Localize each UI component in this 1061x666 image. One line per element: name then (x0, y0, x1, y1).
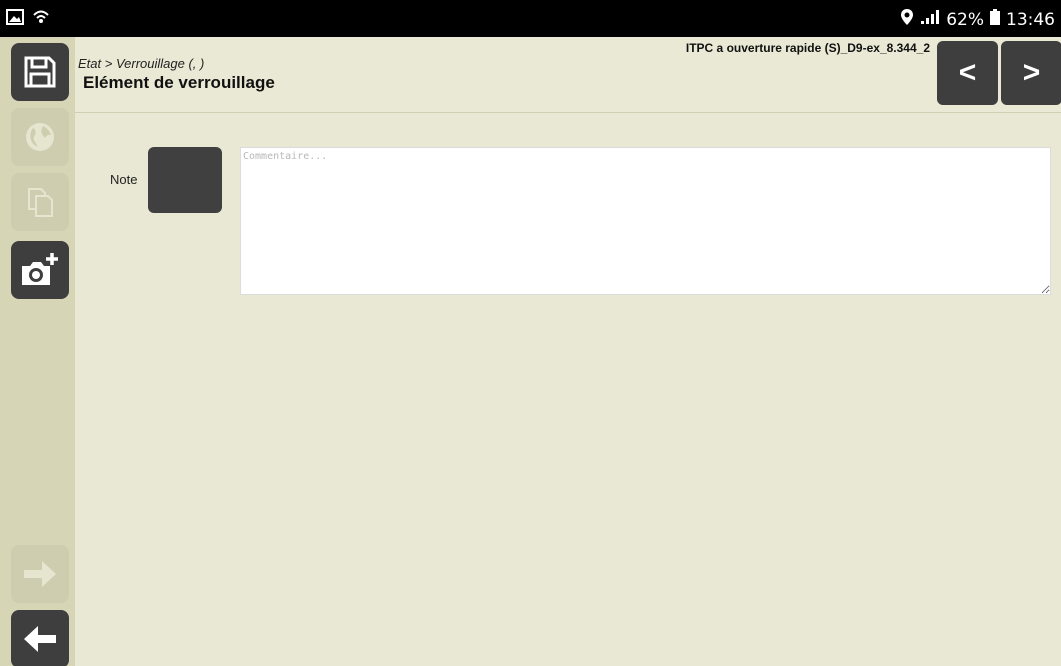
signal-icon (920, 9, 940, 30)
battery-percent: 62% (946, 9, 984, 30)
location-pin-icon (900, 8, 914, 31)
battery-icon (990, 9, 1000, 30)
breadcrumb: Etat > Verrouillage (, ) (78, 56, 205, 71)
note-label: Note (110, 172, 138, 187)
clock: 13:46 (1006, 9, 1055, 30)
next-button[interactable] (11, 545, 69, 603)
page-title: Elément de verrouillage (83, 73, 275, 92)
previous-button[interactable]: < (937, 41, 998, 105)
wifi-icon (32, 9, 50, 30)
header: Etat > Verrouillage (, ) Elément de verr… (75, 37, 1061, 113)
add-photo-button[interactable] (11, 241, 69, 299)
sidebar (0, 37, 75, 666)
arrow-left-icon (20, 621, 60, 657)
note-selector[interactable] (148, 147, 222, 213)
camera-add-icon (20, 252, 60, 288)
document-title: ITPC a ouverture rapide (S)_D9-ex_8.344_… (685, 41, 930, 55)
next-page-button[interactable]: > (1001, 41, 1061, 105)
copy-icon (23, 185, 57, 219)
save-button[interactable] (11, 43, 69, 101)
status-bar: 62% 13:46 (0, 0, 1061, 37)
gallery-icon (6, 9, 24, 30)
arrow-right-icon (20, 556, 60, 592)
copy-button[interactable] (11, 173, 69, 231)
globe-icon (23, 120, 57, 154)
status-left (6, 9, 50, 30)
comment-field[interactable] (240, 147, 1051, 295)
back-button[interactable] (11, 610, 69, 666)
status-right: 62% 13:46 (900, 8, 1055, 31)
globe-button[interactable] (11, 108, 69, 166)
save-icon (23, 55, 57, 89)
